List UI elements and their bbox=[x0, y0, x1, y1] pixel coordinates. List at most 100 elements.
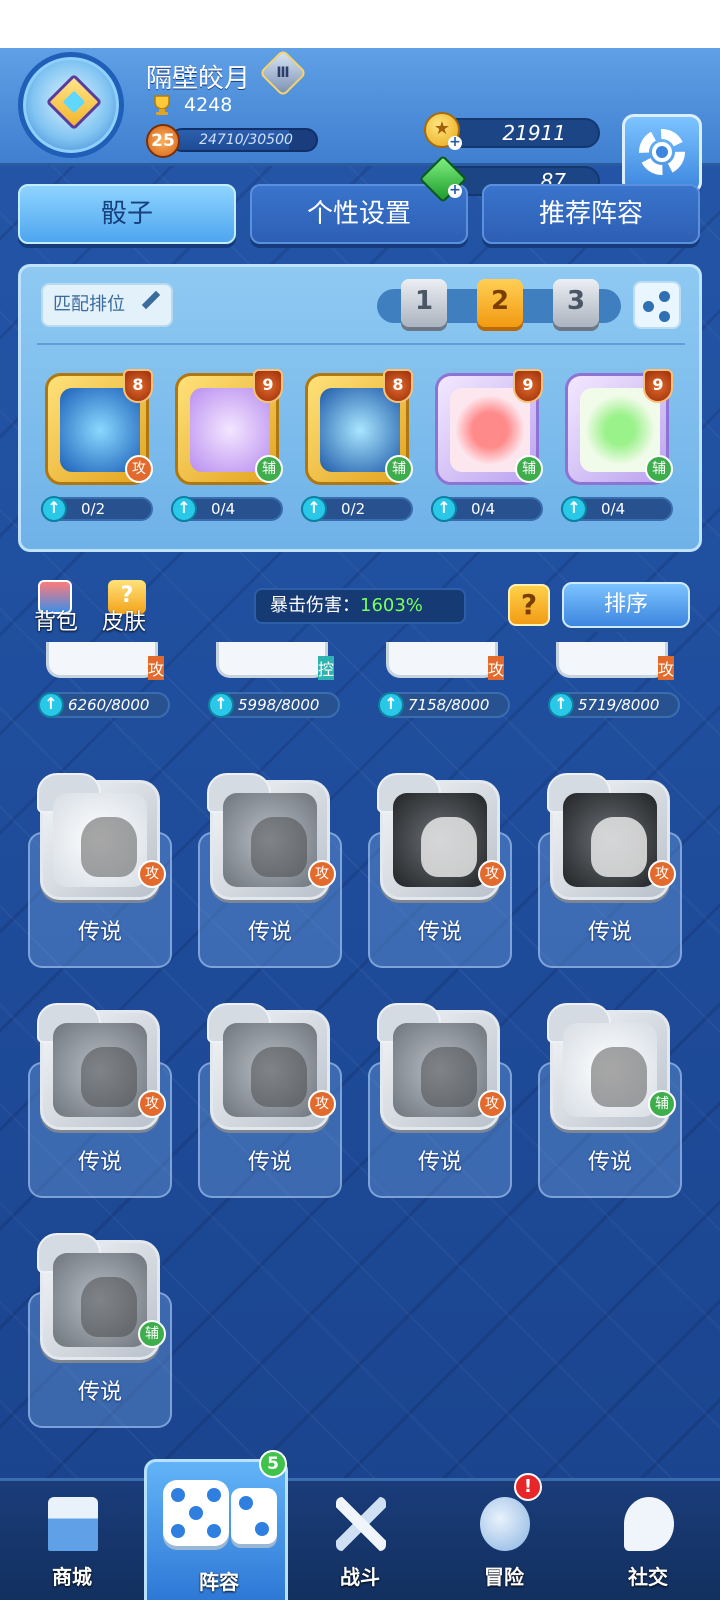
chat-bubble-icon bbox=[624, 1497, 674, 1551]
locked-dice-card[interactable]: 攻 传说 bbox=[368, 772, 512, 968]
deck-card[interactable]: 8 辅 ↑ 0/2 bbox=[301, 369, 413, 531]
role-badge: 辅 bbox=[255, 455, 283, 483]
bottom-nav: 商城 5 阵容 战斗 ! 冒险 社交 bbox=[0, 1450, 720, 1600]
card-level: 9 bbox=[643, 369, 673, 403]
role-badge: 攻 bbox=[657, 656, 674, 680]
card-progress: ↑ 0/4 bbox=[561, 496, 673, 522]
card-progress: ↑ 0/2 bbox=[41, 496, 153, 522]
rarity-label: 传说 bbox=[77, 920, 122, 945]
settings-button[interactable] bbox=[622, 114, 702, 194]
role-badge: 辅 bbox=[385, 455, 413, 483]
trophy-count: 4248 bbox=[184, 94, 233, 116]
rarity-label: 传说 bbox=[417, 1150, 462, 1175]
upgrade-arrow-icon: ↑ bbox=[171, 496, 197, 522]
upgrade-arrow-icon: ↑ bbox=[378, 692, 404, 718]
backpack-button[interactable]: 背包 bbox=[34, 604, 78, 636]
role-badge: 攻 bbox=[125, 455, 153, 483]
card-level: 9 bbox=[513, 369, 543, 403]
adventure-alert-badge: ! bbox=[514, 1473, 542, 1501]
nav-shop[interactable]: 商城 bbox=[0, 1481, 144, 1600]
deck-card[interactable]: 9 辅 ↑ 0/4 bbox=[171, 369, 283, 531]
deck-slot-1[interactable]: 1 bbox=[401, 279, 447, 327]
role-badge: 辅 bbox=[645, 455, 673, 483]
role-badge: 攻 bbox=[487, 656, 504, 680]
deck-card[interactable]: 8 攻 ↑ 0/2 bbox=[41, 369, 153, 531]
upgrade-arrow-icon: ↑ bbox=[301, 496, 327, 522]
upgrade-arrow-icon: ↑ bbox=[431, 496, 457, 522]
skin-button[interactable]: 皮肤 bbox=[102, 604, 146, 636]
planet-icon bbox=[480, 1497, 530, 1551]
card-level: 8 bbox=[123, 369, 153, 403]
share-button[interactable] bbox=[633, 281, 681, 329]
owned-dice-card[interactable]: 攻 ↑ 6260/8000 bbox=[34, 642, 170, 734]
coin-balance: 21911 bbox=[440, 118, 600, 148]
dice-icon bbox=[159, 1472, 279, 1558]
xp-text: 24710/30500 bbox=[199, 132, 293, 148]
role-badge: 攻 bbox=[648, 860, 676, 888]
locked-dice-card[interactable]: 攻 传说 bbox=[198, 1002, 342, 1198]
owned-dice-card[interactable]: 攻 ↑ 7158/8000 bbox=[374, 642, 510, 734]
nav-adventure[interactable]: ! 冒险 bbox=[432, 1473, 576, 1600]
rarity-label: 传说 bbox=[587, 920, 632, 945]
trophy-icon bbox=[154, 95, 170, 115]
upgrade-arrow-icon: ↑ bbox=[208, 692, 234, 718]
rarity-label: 传说 bbox=[77, 1380, 122, 1405]
card-progress: ↑ 5719/8000 bbox=[548, 692, 680, 718]
upgrade-arrow-icon: ↑ bbox=[548, 692, 574, 718]
tab-recommended-lineup[interactable]: 推荐阵容 bbox=[482, 184, 700, 244]
help-button[interactable]: ? bbox=[508, 584, 550, 626]
crit-damage-display: 暴击伤害：1603% bbox=[254, 588, 466, 624]
deck-slot-2[interactable]: 2 bbox=[477, 279, 523, 327]
role-badge: 攻 bbox=[147, 656, 164, 680]
rarity-label: 传说 bbox=[247, 1150, 292, 1175]
match-rank-button[interactable]: 匹配排位 bbox=[41, 283, 173, 327]
crystal-cluster-icon bbox=[393, 1023, 487, 1117]
role-badge: 攻 bbox=[138, 1090, 166, 1118]
card-progress: ↑ 0/4 bbox=[171, 496, 283, 522]
card-progress: ↑ 0/2 bbox=[301, 496, 413, 522]
leopard-back-icon bbox=[53, 1253, 147, 1347]
owned-dice-card[interactable]: 控 ↑ 5998/8000 bbox=[204, 642, 340, 734]
upgrade-arrow-icon: ↑ bbox=[561, 496, 587, 522]
crossed-swords-icon bbox=[336, 1497, 386, 1551]
locked-dice-card[interactable]: 辅 传说 bbox=[538, 1002, 682, 1198]
centaur-archer-icon bbox=[53, 793, 147, 887]
praying-monk-icon bbox=[563, 1023, 657, 1117]
level-badge: 25 bbox=[146, 124, 180, 158]
player-header: 隔壁皎月 Ⅲ 4248 24710/30500 25 ★ + 21911 + 8… bbox=[0, 48, 720, 204]
deck-panel: 匹配排位 1 2 3 8 攻 ↑ 0/2 9 辅 ↑ 0/4 8 辅 ↑ 0/2 9 … bbox=[18, 264, 702, 552]
owned-dice-card[interactable]: 攻 ↑ 5719/8000 bbox=[544, 642, 680, 734]
nav-social[interactable]: 社交 bbox=[576, 1481, 720, 1600]
shop-icon bbox=[48, 1497, 98, 1551]
role-badge: 辅 bbox=[648, 1090, 676, 1118]
locked-dice-card[interactable]: 攻 传说 bbox=[28, 772, 172, 968]
card-progress: ↑ 5998/8000 bbox=[208, 692, 340, 718]
tab-dice[interactable]: 骰子 bbox=[18, 184, 236, 244]
locked-dice-card[interactable]: 攻 传说 bbox=[28, 1002, 172, 1198]
add-coins-icon[interactable]: + bbox=[448, 135, 462, 150]
role-badge: 攻 bbox=[308, 860, 336, 888]
role-badge: 辅 bbox=[138, 1320, 166, 1348]
locked-dice-card[interactable]: 攻 传说 bbox=[198, 772, 342, 968]
add-gems-icon[interactable]: + bbox=[448, 183, 462, 198]
rank-diamond-icon[interactable]: Ⅲ bbox=[258, 48, 308, 98]
crit-label: 暴击伤害： bbox=[270, 595, 360, 616]
deck-slot-3[interactable]: 3 bbox=[553, 279, 599, 327]
deck-card[interactable]: 9 辅 ↑ 0/4 bbox=[431, 369, 543, 531]
player-avatar[interactable] bbox=[18, 52, 124, 158]
nav-lineup[interactable]: 5 阵容 bbox=[144, 1450, 288, 1600]
upgrade-arrow-icon: ↑ bbox=[41, 496, 67, 522]
divider bbox=[37, 343, 685, 345]
role-badge: 控 bbox=[317, 656, 334, 680]
locked-dice-card[interactable]: 辅 传说 bbox=[28, 1232, 172, 1428]
sort-button[interactable]: 排序 bbox=[562, 582, 690, 628]
nav-battle[interactable]: 战斗 bbox=[288, 1481, 432, 1600]
role-badge: 辅 bbox=[515, 455, 543, 483]
locked-dice-card[interactable]: 攻 传说 bbox=[368, 1002, 512, 1198]
ox-head-icon bbox=[393, 793, 487, 887]
lineup-count-badge: 5 bbox=[259, 1450, 287, 1478]
dice-collection[interactable]: 攻 ↑ 6260/8000 控 ↑ 5998/8000 攻 ↑ 7158/8000 攻… bbox=[0, 642, 720, 1460]
deck-card[interactable]: 9 辅 ↑ 0/4 bbox=[561, 369, 673, 531]
locked-dice-card[interactable]: 攻 传说 bbox=[538, 772, 682, 968]
status-bar bbox=[0, 0, 720, 48]
